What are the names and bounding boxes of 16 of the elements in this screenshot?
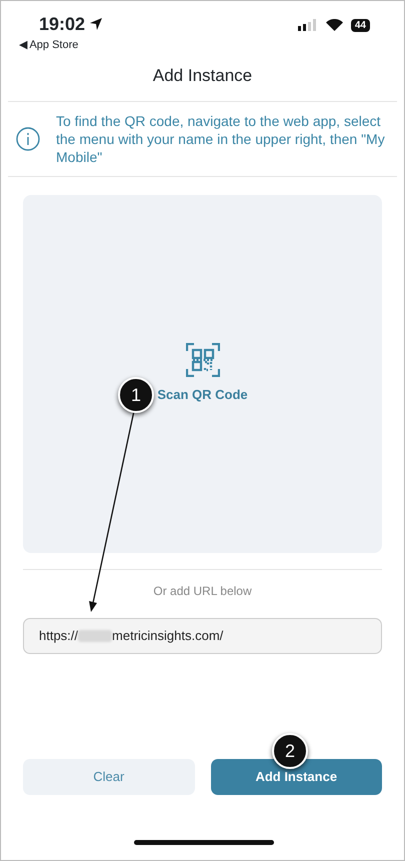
screen-title: Add Instance (8, 57, 397, 102)
signal-icon (298, 19, 318, 31)
location-icon (89, 17, 104, 31)
wifi-icon (326, 19, 343, 31)
divider-label: Or add URL below (23, 568, 382, 600)
step-callout: 2 (272, 733, 308, 769)
scan-label: Scan QR Code (157, 386, 248, 404)
status-time: 19:02 (39, 15, 86, 33)
info-icon (16, 126, 40, 150)
qr-code-icon (186, 342, 220, 377)
battery-indicator: 44 (350, 19, 370, 32)
back-link[interactable]: ◀ App Store (19, 37, 104, 54)
info-message: To find the QR code, navigate to the web app, select the menu with your name in the upper right, then "My Mobile" (56, 112, 386, 166)
add-instance-button[interactable]: Add Instance (210, 759, 382, 795)
clear-button[interactable]: Clear (23, 759, 194, 795)
url-field[interactable]: https:// metricinsights.com/ (23, 618, 382, 654)
